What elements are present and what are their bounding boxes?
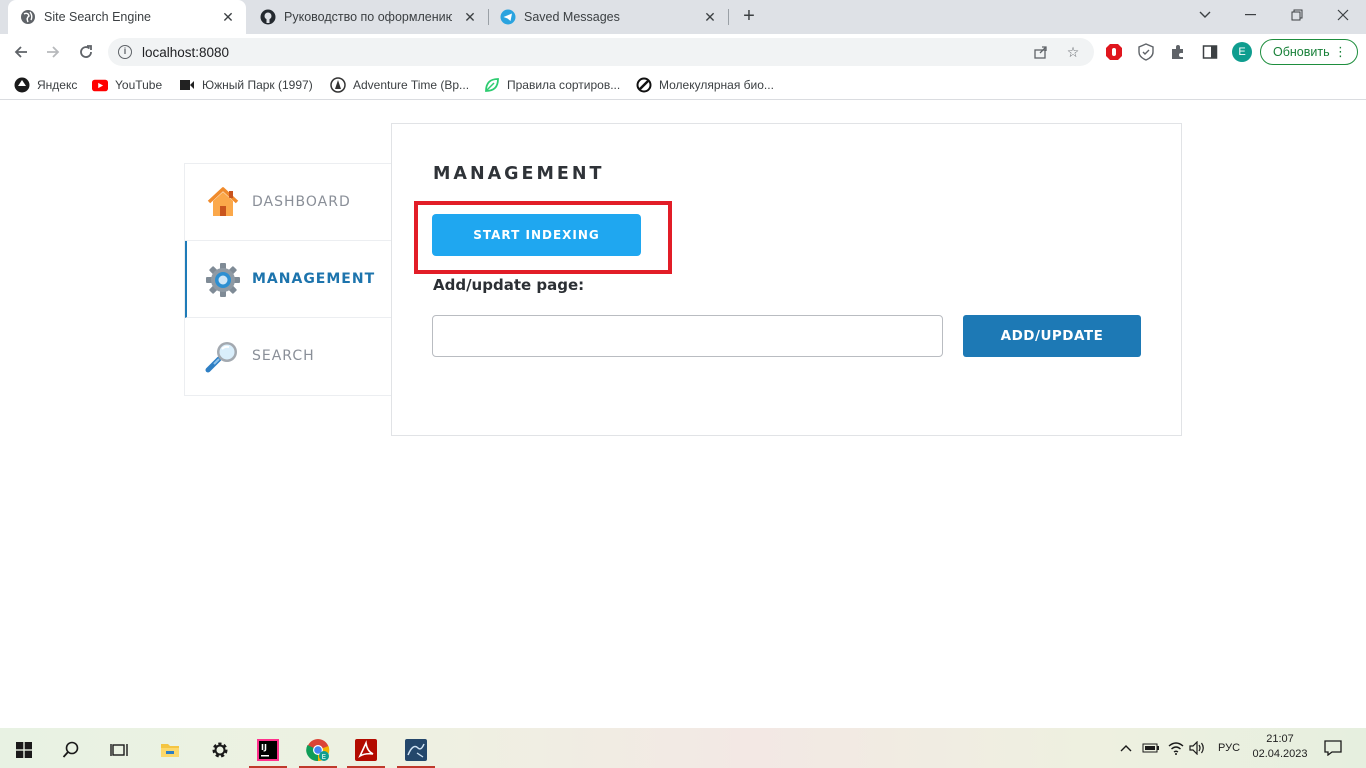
chrome-icon[interactable]: E — [295, 732, 341, 768]
forward-arrow-icon[interactable] — [40, 39, 66, 65]
system-clock[interactable]: 21:07 02.04.2023 — [1250, 732, 1310, 762]
tab-site-search-engine[interactable]: Site Search Engine ✕ — [8, 0, 246, 34]
update-label: Обновить — [1273, 45, 1330, 59]
page-title: MANAGEMENT — [433, 164, 605, 184]
bookmark-south-park[interactable]: Южный Парк (1997) — [179, 77, 313, 93]
acrobat-icon[interactable] — [343, 732, 389, 768]
page-url-input[interactable] — [432, 315, 943, 357]
sidebar-nav: DASHBOARD MANAGEMENT SEARCH — [184, 163, 391, 396]
share-icon[interactable] — [1033, 44, 1049, 60]
tab-title: Site Search Engine — [44, 10, 152, 24]
bookmark-label: Яндекс — [37, 78, 78, 92]
tab-title: Руководство по оформлению M — [284, 10, 452, 24]
yandex-icon — [14, 77, 30, 93]
address-bar[interactable]: i localhost:8080 ☆ — [108, 38, 1094, 66]
globe-icon — [20, 9, 36, 25]
restore-icon[interactable] — [1274, 0, 1320, 30]
site-info-icon[interactable]: i — [118, 45, 132, 59]
bookmark-label: YouTube — [115, 78, 163, 92]
settings-icon[interactable] — [197, 732, 243, 768]
extensions-puzzle-icon[interactable] — [1169, 43, 1187, 61]
adblock-extension-icon[interactable] — [1105, 43, 1123, 61]
windows-start-icon[interactable] — [1, 732, 47, 768]
tab-search-icon[interactable] — [1182, 0, 1228, 30]
sidebar-item-label: DASHBOARD — [252, 194, 351, 210]
windows-taskbar: IJ E РУС 21:07 02.04.2023 — [0, 728, 1366, 768]
start-indexing-button[interactable]: START INDEXING — [432, 214, 641, 256]
add-update-page-label: Add/update page: — [433, 276, 585, 294]
gear-icon — [205, 262, 241, 298]
sidebar-item-management[interactable]: MANAGEMENT — [185, 241, 391, 318]
bookmark-label: Adventure Time (Вр... — [353, 78, 470, 92]
sidebar-item-label: MANAGEMENT — [252, 271, 376, 287]
bookmark-label: Правила сортиров... — [507, 78, 621, 92]
browser-toolbar: i localhost:8080 ☆ E Обновить ⋮ — [0, 34, 1366, 70]
svg-text:E: E — [322, 753, 326, 761]
bookmark-star-icon[interactable]: ☆ — [1065, 44, 1081, 60]
mysql-workbench-icon[interactable] — [393, 732, 439, 768]
magnifier-icon — [205, 339, 241, 375]
task-view-icon[interactable] — [96, 732, 142, 768]
leaf-icon — [484, 77, 500, 93]
add-update-button[interactable]: ADD/UPDATE — [963, 315, 1141, 357]
update-browser-button[interactable]: Обновить ⋮ — [1260, 39, 1358, 65]
tab-saved-messages[interactable]: Saved Messages ✕ — [488, 0, 728, 34]
battery-icon[interactable] — [1141, 739, 1161, 757]
github-icon — [260, 9, 276, 25]
minimize-icon[interactable] — [1228, 0, 1274, 30]
link-icon — [636, 77, 652, 93]
reload-icon[interactable] — [73, 39, 99, 65]
file-explorer-icon[interactable] — [147, 732, 193, 768]
notifications-icon[interactable] — [1323, 739, 1343, 757]
telegram-icon — [500, 9, 516, 25]
svg-text:IJ: IJ — [261, 743, 267, 752]
close-window-icon[interactable] — [1320, 0, 1366, 30]
tab-separator — [728, 9, 729, 25]
house-icon — [205, 185, 241, 221]
menu-dots-icon[interactable]: ⋮ — [1334, 44, 1347, 60]
adventure-time-icon — [330, 77, 346, 93]
back-arrow-icon[interactable] — [8, 39, 34, 65]
side-panel-icon[interactable] — [1201, 43, 1219, 61]
wifi-icon[interactable] — [1167, 739, 1185, 757]
bookmarks-bar: Яндекс YouTube Южный Парк (1997) Adventu… — [0, 70, 1366, 100]
bookmark-label: Южный Парк (1997) — [202, 78, 313, 92]
volume-icon[interactable] — [1189, 739, 1207, 757]
shield-extension-icon[interactable] — [1137, 43, 1155, 61]
tab-strip: Site Search Engine ✕ Руководство по офор… — [0, 0, 1366, 34]
bookmark-yandex[interactable]: Яндекс — [14, 77, 77, 93]
close-tab-icon[interactable]: ✕ — [462, 9, 478, 25]
bookmark-adventure-time[interactable]: Adventure Time (Вр... — [330, 77, 469, 93]
close-tab-icon[interactable]: ✕ — [220, 9, 236, 25]
youtube-icon — [92, 77, 108, 93]
bookmark-youtube[interactable]: YouTube — [92, 77, 162, 93]
close-tab-icon[interactable]: ✕ — [702, 9, 718, 25]
show-hidden-icons-chevron[interactable] — [1118, 739, 1134, 757]
bookmark-molecular-bio[interactable]: Молекулярная био... — [636, 77, 774, 93]
input-language-indicator[interactable]: РУС — [1214, 739, 1244, 757]
url-text[interactable]: localhost:8080 — [142, 45, 229, 60]
profile-avatar[interactable]: E — [1232, 42, 1252, 62]
tab-github-guide[interactable]: Руководство по оформлению M ✕ — [248, 0, 488, 34]
bookmark-label: Молекулярная био... — [659, 78, 774, 92]
intellij-icon[interactable]: IJ — [245, 732, 291, 768]
sidebar-item-search[interactable]: SEARCH — [185, 318, 391, 395]
management-panel: MANAGEMENT START INDEXING Add/update pag… — [391, 123, 1182, 436]
video-icon — [179, 77, 195, 93]
clock-date: 02.04.2023 — [1252, 748, 1308, 760]
search-icon[interactable] — [48, 732, 94, 768]
sidebar-item-label: SEARCH — [252, 348, 315, 364]
clock-time: 21:07 — [1266, 733, 1294, 745]
tab-title: Saved Messages — [524, 10, 620, 24]
sidebar-item-dashboard[interactable]: DASHBOARD — [185, 164, 391, 241]
bookmark-sorting-rules[interactable]: Правила сортиров... — [484, 77, 620, 93]
new-tab-button[interactable]: + — [738, 5, 760, 27]
